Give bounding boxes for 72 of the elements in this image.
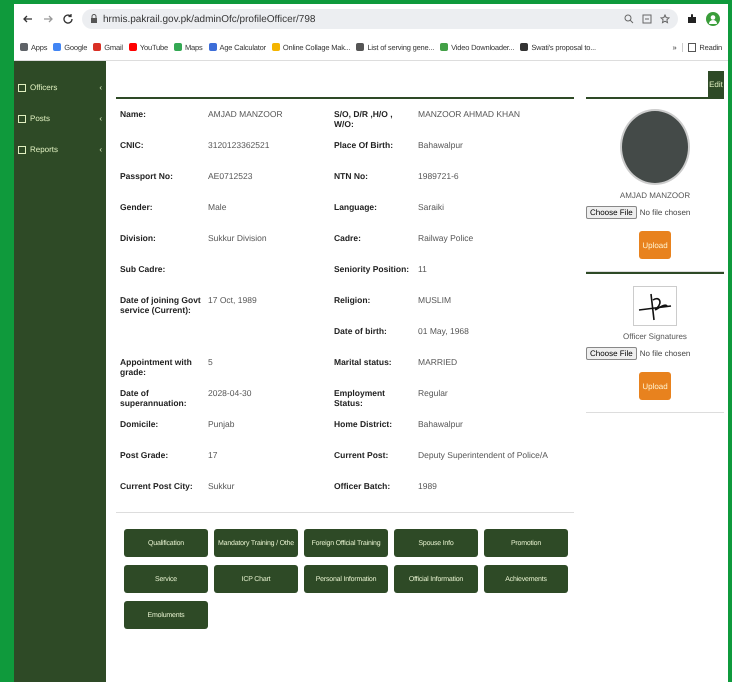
field-label: Place Of Birth: bbox=[334, 140, 394, 150]
field-value: 1989 bbox=[418, 481, 437, 491]
file-status: No file chosen bbox=[640, 349, 690, 358]
field-value: 17 Oct, 1989 bbox=[208, 295, 257, 305]
field-label: Date of birth: bbox=[334, 326, 388, 336]
field-value: Punjab bbox=[208, 419, 234, 429]
field-label: Religion: bbox=[334, 295, 372, 305]
sidebar-item[interactable]: Officers ‹ bbox=[14, 83, 106, 92]
url-text: hrmis.pakrail.gov.pk/adminOfc/profileOfficer/798 bbox=[103, 14, 316, 24]
choose-file-button[interactable]: Choose File bbox=[586, 347, 637, 360]
square-icon bbox=[18, 114, 26, 122]
file-status: No file chosen bbox=[640, 208, 690, 217]
field-value: 2028-04-30 bbox=[208, 388, 252, 398]
forward-icon[interactable] bbox=[42, 13, 54, 25]
field-value: Saraiki bbox=[418, 202, 444, 212]
field-value: Deputy Superintendent of Police/A bbox=[418, 450, 548, 460]
field-label: Cadre: bbox=[334, 233, 362, 243]
field-label: Current Post City: bbox=[120, 481, 194, 491]
field-label: Name: bbox=[120, 109, 147, 119]
field-value: AMJAD MANZOOR bbox=[208, 109, 283, 119]
field-label: CNIC: bbox=[120, 140, 145, 150]
field-label: Employment Status: bbox=[334, 388, 386, 408]
field-label: Domicile: bbox=[120, 419, 160, 429]
field-label: Officer Batch: bbox=[334, 481, 392, 491]
field-label: Seniority Position: bbox=[334, 264, 410, 274]
sidebar-item[interactable]: Posts ‹ bbox=[14, 114, 106, 123]
field-value: AE0712523 bbox=[208, 171, 252, 181]
address-bar[interactable]: hrmis.pakrail.gov.pk/adminOfc/profileOfficer/798 bbox=[82, 9, 678, 29]
field-label: Sub Cadre: bbox=[120, 264, 166, 274]
field-value: MANZOOR AHMAD KHAN bbox=[418, 109, 520, 119]
field-value: 1989721-6 bbox=[418, 171, 459, 181]
field-value: 11 bbox=[418, 264, 427, 274]
field-label: Appointment with grade: bbox=[120, 357, 193, 377]
field-label: Post Grade: bbox=[120, 450, 170, 460]
back-icon[interactable] bbox=[22, 13, 34, 25]
field-value: MUSLIM bbox=[418, 295, 452, 305]
field-label: S/O, D/R ,H/O , W/O: bbox=[334, 109, 394, 129]
field-value: 01 May, 1968 bbox=[418, 326, 469, 336]
field-value: 3120123362521 bbox=[208, 140, 270, 150]
signature-caption: Officer Signatures bbox=[623, 332, 687, 341]
choose-file-button[interactable]: Choose File bbox=[586, 206, 637, 219]
field-label: Current Post: bbox=[334, 450, 390, 460]
field-value: Male bbox=[208, 202, 226, 212]
field-label: Language: bbox=[334, 202, 378, 212]
reload-icon[interactable] bbox=[62, 13, 74, 25]
officer-name: AMJAD MANZOOR bbox=[620, 191, 690, 200]
field-label: Date of superannuation: bbox=[120, 388, 188, 408]
square-icon bbox=[18, 146, 26, 154]
star-icon[interactable] bbox=[660, 14, 670, 24]
search-icon[interactable] bbox=[624, 14, 634, 24]
edit-button[interactable]: Edit bbox=[708, 71, 724, 97]
square-icon bbox=[18, 84, 26, 92]
field-value: Railway Police bbox=[418, 233, 474, 243]
field-label: NTN No: bbox=[334, 171, 369, 181]
field-value: 5 bbox=[208, 357, 213, 367]
field-label: Division: bbox=[120, 233, 157, 243]
field-label: Date of joining Govt service (Current): bbox=[120, 295, 202, 315]
field-value: MARRIED bbox=[418, 357, 458, 367]
field-value: 17 bbox=[208, 450, 218, 460]
field-label: Home District: bbox=[334, 419, 394, 429]
field-label: Marital status: bbox=[334, 357, 393, 367]
field-value: Sukkur bbox=[208, 481, 234, 491]
sidebar-item[interactable]: Reports ‹ bbox=[14, 145, 106, 154]
field-value: Bahawalpur bbox=[418, 140, 463, 150]
profile-icon[interactable] bbox=[706, 12, 720, 26]
field-label: Passport No: bbox=[120, 171, 174, 181]
field-label: Gender: bbox=[120, 202, 154, 212]
field-value: Regular bbox=[418, 388, 448, 398]
lock-icon bbox=[90, 14, 98, 24]
signature-drawing bbox=[633, 286, 677, 326]
field-value: Bahawalpur bbox=[418, 419, 463, 429]
field-value: Sukkur Division bbox=[208, 233, 267, 243]
